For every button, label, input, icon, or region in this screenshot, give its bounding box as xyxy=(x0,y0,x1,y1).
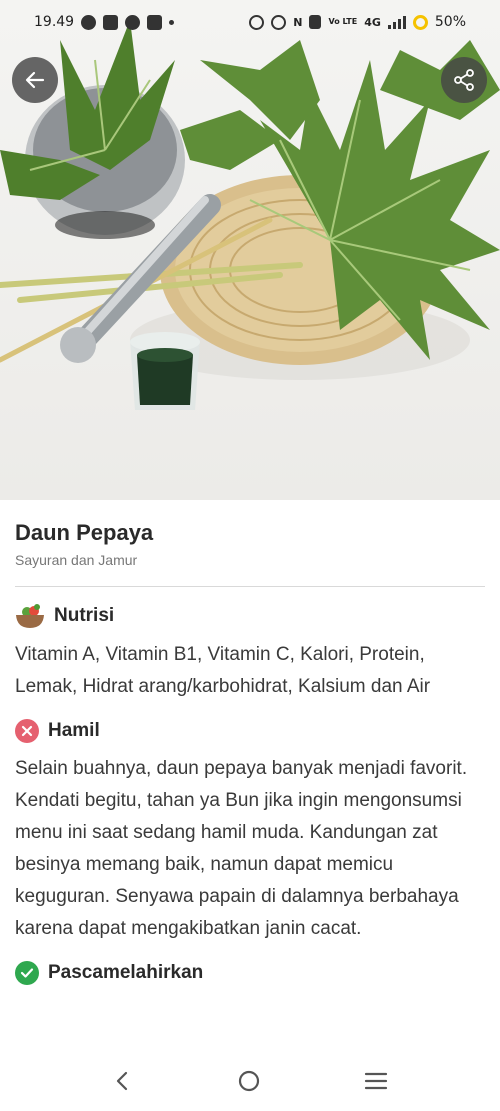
page-title: Daun Pepaya xyxy=(15,520,154,545)
compass-icon xyxy=(125,14,141,30)
detail-content: Daun Pepaya Sayuran dan Jamur Nutrisi Vi… xyxy=(0,500,500,985)
x-circle-icon xyxy=(15,719,39,743)
share-icon xyxy=(454,69,474,91)
papaya-leaves-illustration xyxy=(0,20,500,410)
mail-icon xyxy=(147,14,163,30)
section-pregnant-header: Hamil xyxy=(15,719,485,743)
alarm-icon xyxy=(249,14,265,30)
nav-back-icon xyxy=(116,1071,127,1091)
status-bar: 19.49 N Vo LTE 4G 50% xyxy=(0,0,500,44)
nfc-icon: N xyxy=(293,15,303,29)
status-left: 19.49 xyxy=(34,14,175,30)
hero-image xyxy=(0,0,500,500)
battery-percent: 50% xyxy=(434,14,466,30)
check-circle-icon xyxy=(15,961,39,985)
status-right: N Vo LTE 4G 50% xyxy=(249,14,466,30)
nav-home-button[interactable] xyxy=(237,1069,261,1097)
more-notifications-dot-icon xyxy=(169,19,175,25)
sync-icon xyxy=(271,14,287,30)
nav-recents-button[interactable] xyxy=(364,1070,388,1096)
nav-home-icon xyxy=(238,1070,260,1092)
nav-back-button[interactable] xyxy=(112,1070,134,1096)
nav-recents-icon xyxy=(365,1072,388,1090)
battery-icon xyxy=(412,14,428,30)
signal-icon xyxy=(387,15,406,29)
divider xyxy=(15,586,485,587)
section-nutrition-label: Nutrisi xyxy=(54,605,115,626)
shopping-bag-icon xyxy=(103,14,119,30)
section-postpartum-header: Pascamelahirkan xyxy=(15,961,485,985)
category-label: Sayuran dan Jamur xyxy=(15,552,138,568)
network-type: 4G xyxy=(364,15,381,29)
section-postpartum-label: Pascamelahirkan xyxy=(48,962,204,983)
salad-bowl-icon xyxy=(15,603,45,629)
system-nav-bar xyxy=(0,1055,500,1111)
volte-indicator: Vo LTE xyxy=(328,17,358,26)
back-button[interactable] xyxy=(12,57,58,103)
section-pregnant-text: Selain buahnya, daun pepaya banyak menja… xyxy=(15,758,468,939)
section-pregnant-label: Hamil xyxy=(48,720,100,741)
status-time: 19.49 xyxy=(34,14,75,30)
vibrate-icon xyxy=(309,15,322,29)
section-nutrition-header: Nutrisi xyxy=(15,603,485,629)
arrow-left-icon xyxy=(25,71,45,89)
section-nutrition-text: Vitamin A, Vitamin B1, Vitamin C, Kalori… xyxy=(15,644,431,697)
share-button[interactable] xyxy=(441,57,487,103)
whatsapp-icon xyxy=(81,14,97,30)
